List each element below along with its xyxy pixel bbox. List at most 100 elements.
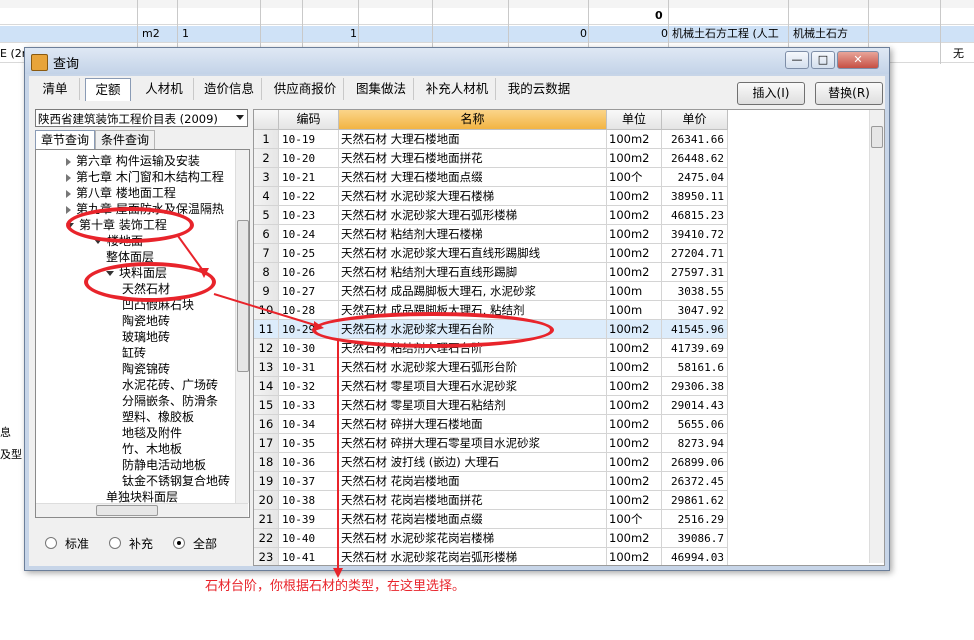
grid-header-price[interactable]: 单价 <box>662 110 728 130</box>
table-row[interactable]: 1 10-19 天然石材 大理石楼地面 100m2 26341.66 <box>254 130 730 149</box>
tab-supplement-materials[interactable]: 补充人材机 <box>419 78 496 100</box>
table-row[interactable]: 15 10-33 天然石材 零星项目大理石粘结剂 100m2 29014.43 <box>254 396 730 415</box>
table-row[interactable]: 3 10-21 天然石材 大理石楼地面点缀 100个 2475.04 <box>254 168 730 187</box>
table-row[interactable]: 4 10-22 天然石材 水泥砂浆大理石楼梯 100m2 38950.11 <box>254 187 730 206</box>
row-number: 2 <box>254 149 279 168</box>
tree-node[interactable]: 缸砖 <box>122 345 146 361</box>
tree-node[interactable]: 防静电活动地板 <box>122 457 206 473</box>
cell-unit: 100m2 <box>607 491 662 510</box>
bg-selected-row[interactable]: m2 1 1 0 0 机械土石方工程 (人工 机械土石方 <box>0 26 974 43</box>
replace-button[interactable]: 替换(R) <box>815 82 883 105</box>
tab-supplier-quote[interactable]: 供应商报价 <box>267 78 344 100</box>
row-number: 9 <box>254 282 279 301</box>
tree-node[interactable]: 钛金不锈钢复合地砖 <box>122 473 230 489</box>
tab-materials[interactable]: 人材机 <box>135 78 194 100</box>
tab-cost-info[interactable]: 造价信息 <box>197 78 262 100</box>
cell-name: 天然石材 粘结剂大理石楼梯 <box>339 225 607 244</box>
tab-bill[interactable]: 清单 <box>31 78 80 100</box>
grid-header-name[interactable]: 名称 <box>339 110 607 130</box>
cell-price: 3047.92 <box>662 301 728 320</box>
grid-header-unit[interactable]: 单位 <box>607 110 662 130</box>
tab-atlas-method[interactable]: 图集做法 <box>349 78 414 100</box>
tree-hscroll-thumb[interactable] <box>96 505 158 516</box>
tree-node[interactable]: 地毯及附件 <box>122 425 182 441</box>
grid-vscroll-thumb[interactable] <box>871 126 883 148</box>
radio-standard[interactable]: 标准 <box>45 535 89 552</box>
table-row[interactable]: 17 10-35 天然石材 碎拼大理石零星项目水泥砂浆 100m2 8273.94 <box>254 434 730 453</box>
tab-quota[interactable]: 定额 <box>85 78 131 101</box>
table-row[interactable]: 16 10-34 天然石材 碎拼大理石楼地面 100m2 5655.06 <box>254 415 730 434</box>
collapsed-arrow-icon[interactable] <box>66 205 71 214</box>
cell-unit: 100m2 <box>607 206 662 225</box>
cell-code: 10-32 <box>279 377 339 396</box>
table-row[interactable]: 14 10-32 天然石材 零星项目大理石水泥砂浆 100m2 29306.38 <box>254 377 730 396</box>
tree-node[interactable]: 陶瓷锦砖 <box>122 361 170 377</box>
row-number: 8 <box>254 263 279 282</box>
table-row[interactable]: 8 10-26 天然石材 粘结剂大理石直线形踢脚 100m2 27597.31 <box>254 263 730 282</box>
dialog-titlebar[interactable]: 查询 — □ ✕ <box>25 48 889 74</box>
table-row[interactable]: 19 10-37 天然石材 花岗岩楼地面 100m2 26372.45 <box>254 472 730 491</box>
tree-node[interactable]: 分隔嵌条、防滑条 <box>122 393 218 409</box>
cell-name: 天然石材 大理石楼地面拼花 <box>339 149 607 168</box>
tab-cloud-data[interactable]: 我的云数据 <box>501 78 577 100</box>
insert-button[interactable]: 插入(I) <box>737 82 805 105</box>
maximize-button[interactable]: □ <box>811 51 835 69</box>
cell-unit: 100m2 <box>607 396 662 415</box>
subtab-chapter[interactable]: 章节查询 <box>35 130 95 150</box>
subtab-condition[interactable]: 条件查询 <box>95 130 155 150</box>
tree-hscrollbar[interactable] <box>36 503 248 517</box>
tree-node[interactable]: 玻璃地砖 <box>122 329 170 345</box>
cell-code: 10-38 <box>279 491 339 510</box>
annotation-note: 石材台阶，你根据石材的类型，在这里选择。 <box>205 579 466 594</box>
radio-supplement[interactable]: 补充 <box>109 535 153 552</box>
table-row[interactable]: 18 10-36 天然石材 波打线 (嵌边) 大理石 100m2 26899.06 <box>254 453 730 472</box>
cell-price: 39410.72 <box>662 225 728 244</box>
chevron-down-icon[interactable] <box>236 115 244 120</box>
cell-unit: 100m2 <box>607 377 662 396</box>
cell-price: 29306.38 <box>662 377 728 396</box>
table-row[interactable]: 6 10-24 天然石材 粘结剂大理石楼梯 100m2 39410.72 <box>254 225 730 244</box>
tree-vscrollbar[interactable] <box>235 150 249 503</box>
chapter-tree[interactable]: 第六章 构件运输及安装 第七章 木门窗和木结构工程 第八章 楼地面工程 第九章 屋面防… <box>35 149 250 518</box>
cell-code: 10-20 <box>279 149 339 168</box>
row-number: 21 <box>254 510 279 529</box>
tree-node[interactable]: 塑料、橡胶板 <box>122 409 194 425</box>
collapsed-arrow-icon[interactable] <box>66 173 71 182</box>
table-row[interactable]: 2 10-20 天然石材 大理石楼地面拼花 100m2 26448.62 <box>254 149 730 168</box>
tree-node[interactable]: 陶瓷地砖 <box>122 313 170 329</box>
tree-node[interactable]: 竹、木地板 <box>122 441 182 457</box>
row-number: 22 <box>254 529 279 548</box>
tree-node[interactable]: 第七章 木门窗和木结构工程 <box>66 169 224 185</box>
highlight-ellipse-block <box>84 262 216 302</box>
library-select[interactable]: 陕西省建筑装饰工程价目表 (2009) <box>35 109 248 127</box>
collapsed-arrow-icon[interactable] <box>66 157 71 166</box>
radio-all[interactable]: 全部 <box>173 535 217 552</box>
bg-summary-row: 0 <box>0 8 974 25</box>
grid-vscrollbar[interactable] <box>869 110 884 563</box>
table-row[interactable]: 22 10-40 天然石材 水泥砂浆花岗岩楼梯 100m2 39086.7 <box>254 529 730 548</box>
collapsed-arrow-icon[interactable] <box>66 189 71 198</box>
cell-code: 10-25 <box>279 244 339 263</box>
table-row[interactable]: 7 10-25 天然石材 水泥砂浆大理石直线形踢脚线 100m2 27204.71 <box>254 244 730 263</box>
table-row[interactable]: 23 10-41 天然石材 水泥砂浆花岗岩弧形楼梯 100m2 46994.03 <box>254 548 730 565</box>
close-button[interactable]: ✕ <box>837 51 879 69</box>
table-row[interactable]: 20 10-38 天然石材 花岗岩楼地面拼花 100m2 29861.62 <box>254 491 730 510</box>
dialog-title: 查询 <box>53 57 80 72</box>
minimize-button[interactable]: — <box>785 51 809 69</box>
cell-code: 10-36 <box>279 453 339 472</box>
table-row[interactable]: 9 10-27 天然石材 成品踢脚板大理石, 水泥砂浆 100m 3038.55 <box>254 282 730 301</box>
radio-all-label: 全部 <box>193 537 218 551</box>
cell-unit: 100m2 <box>607 434 662 453</box>
cell-code: 10-31 <box>279 358 339 377</box>
row-number: 18 <box>254 453 279 472</box>
tree-node[interactable]: 第八章 楼地面工程 <box>66 185 176 201</box>
tree-vscroll-thumb[interactable] <box>237 220 249 372</box>
table-row[interactable]: 13 10-31 天然石材 水泥砂浆大理石弧形台阶 100m2 58161.6 <box>254 358 730 377</box>
table-row[interactable]: 5 10-23 天然石材 水泥砂浆大理石弧形楼梯 100m2 46815.23 <box>254 206 730 225</box>
grid-header-code[interactable]: 编码 <box>279 110 339 130</box>
tree-node[interactable]: 水泥花砖、广场砖 <box>122 377 218 393</box>
cell-unit: 100m2 <box>607 149 662 168</box>
table-row[interactable]: 21 10-39 天然石材 花岗岩楼地面点缀 100个 2516.29 <box>254 510 730 529</box>
tree-node-label: 分隔嵌条、防滑条 <box>122 394 219 408</box>
tree-node[interactable]: 第六章 构件运输及安装 <box>66 153 200 169</box>
